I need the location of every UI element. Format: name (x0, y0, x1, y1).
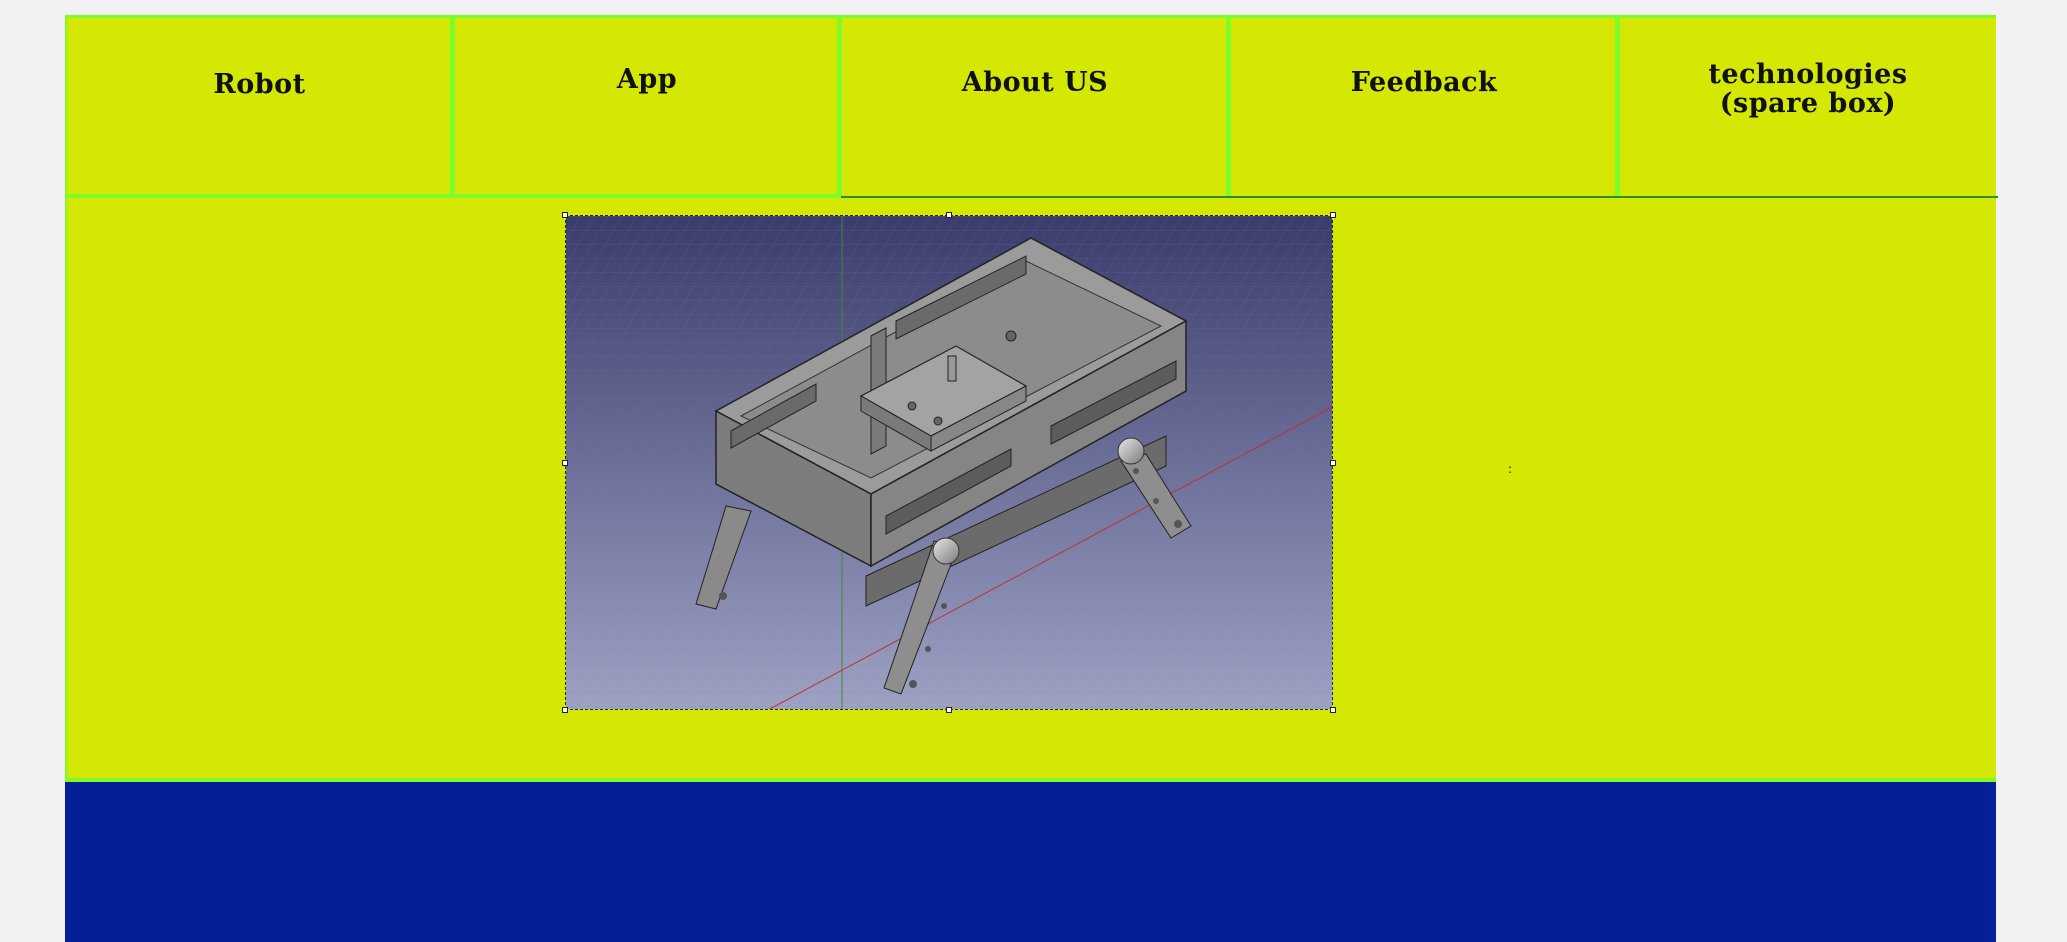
robot-cad-image[interactable] (565, 215, 1333, 710)
resize-handle-bottom-left[interactable] (562, 707, 568, 713)
nav-item-label: Robot (213, 69, 306, 100)
nav-item-feedback[interactable]: Feedback (1231, 18, 1617, 198)
nav-item-label: technologies (spare box) (1708, 59, 1908, 119)
nav-item-label: App (616, 64, 678, 95)
stray-text: : (1508, 462, 1513, 476)
footer (65, 782, 1996, 942)
nav-item-label: About US (961, 67, 1109, 98)
top-nav: Robot App About US Feedback technologies… (65, 15, 1998, 200)
resize-handle-top-left[interactable] (562, 212, 568, 218)
nav-item-technologies[interactable]: technologies (spare box) (1620, 18, 1996, 198)
nav-item-about-us[interactable]: About US (842, 18, 1228, 198)
resize-handle-left[interactable] (562, 460, 568, 466)
nav-item-label: Feedback (1350, 67, 1498, 98)
resize-handle-bottom[interactable] (946, 707, 952, 713)
resize-handle-bottom-right[interactable] (1330, 707, 1336, 713)
resize-handle-top-right[interactable] (1330, 212, 1336, 218)
robot-cad-illustration (566, 216, 1332, 709)
resize-handle-right[interactable] (1330, 460, 1336, 466)
resize-handle-top[interactable] (946, 212, 952, 218)
nav-item-app[interactable]: App (455, 18, 839, 198)
nav-item-robot[interactable]: Robot (67, 18, 452, 198)
